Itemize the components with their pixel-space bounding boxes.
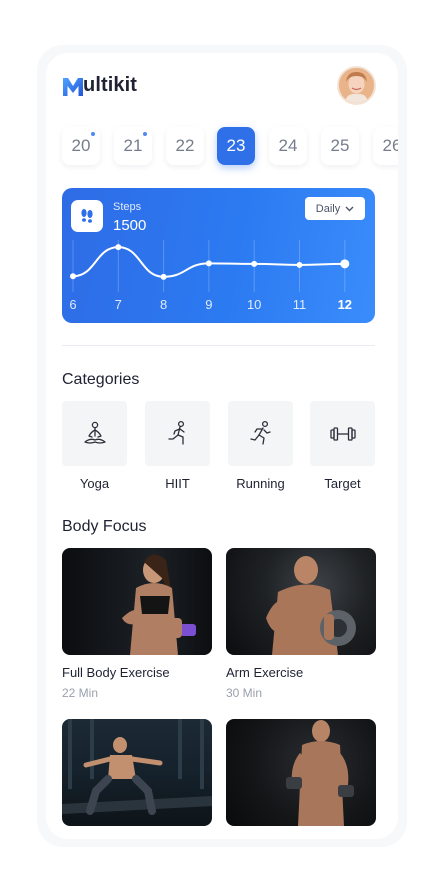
date-item[interactable]: 26 [373, 127, 398, 165]
body-focus-title: Body Focus [62, 518, 147, 535]
chevron-down-icon [345, 206, 354, 211]
chart-tick-label: 12 [338, 297, 352, 312]
chart-tick-label: 7 [115, 297, 122, 312]
date-item[interactable]: 24 [269, 127, 307, 165]
chart-point[interactable] [205, 260, 212, 267]
period-dropdown[interactable]: Daily [305, 197, 365, 220]
chart-tick-label: 10 [247, 297, 261, 312]
exercise-title: Arm Exercise [226, 665, 304, 680]
chart-tick-label: 8 [160, 297, 167, 312]
category-target[interactable]: Target [310, 401, 375, 491]
chart-tick-label: 6 [69, 297, 76, 312]
category-yoga[interactable]: Yoga [62, 401, 127, 491]
logo-m-icon [63, 77, 83, 96]
woman-workout-photo [122, 554, 196, 655]
chart-point[interactable] [296, 261, 303, 268]
exercise-photo [62, 548, 212, 655]
date-item[interactable]: 20 [62, 127, 100, 165]
category-label: HIIT [165, 476, 190, 491]
exercise-duration: 22 Min [62, 686, 99, 700]
app-screen: ultikit 20 21 22 23 24 25 26 6 7 8 9 10 … [46, 53, 398, 839]
steps-card[interactable]: 6 7 8 9 10 11 12 Steps 1500 Daily [62, 188, 375, 323]
chart-tick-label: 11 [293, 297, 307, 312]
steps-title: Steps [113, 201, 142, 213]
categories-title: Categories [62, 371, 140, 388]
dumbbell-icon [329, 426, 356, 441]
user-avatar[interactable] [337, 66, 376, 105]
steps-icon-box [71, 200, 103, 232]
exercise-photo [226, 548, 376, 655]
category-tile [228, 401, 293, 466]
period-label: Daily [315, 202, 341, 215]
date-item-selected[interactable]: 23 [217, 127, 255, 165]
exercise-duration: 30 Min [226, 686, 263, 700]
chart-tick-label: 9 [205, 297, 212, 312]
gym-squat-photo [62, 719, 212, 815]
divider [62, 345, 375, 346]
steps-value: 1500 [113, 217, 147, 234]
man-dumbbell-photo [286, 720, 354, 826]
date-item[interactable]: 25 [321, 127, 359, 165]
yoga-icon [83, 421, 106, 444]
app-logo[interactable]: ultikit [62, 74, 137, 97]
date-strip: 20 21 22 23 24 25 26 [46, 127, 398, 167]
chart-point[interactable] [70, 273, 76, 280]
exercise-card-arm[interactable]: Arm Exercise 30 Min [226, 548, 376, 700]
exercise-title: Full Body Exercise [62, 665, 170, 680]
category-label: Target [324, 476, 361, 491]
category-tile [145, 401, 210, 466]
chart-point[interactable] [251, 260, 258, 267]
chart-point[interactable] [115, 244, 122, 251]
category-tile [62, 401, 127, 466]
avatar-portrait [339, 68, 374, 103]
running-icon [249, 420, 271, 445]
exercise-photo [226, 719, 376, 826]
chart-point[interactable] [160, 273, 167, 280]
chart-point-selected[interactable] [340, 259, 350, 269]
category-hiit[interactable]: HIIT [145, 401, 210, 491]
date-item[interactable]: 21 [114, 127, 152, 165]
exercise-card-dumbbell[interactable] [226, 719, 376, 826]
category-label: Running [236, 476, 285, 491]
exercise-card-full-body[interactable]: Full Body Exercise 22 Min [62, 548, 212, 700]
exercise-card-squat[interactable] [62, 719, 212, 826]
category-running[interactable]: Running [228, 401, 293, 491]
date-item[interactable]: 22 [166, 127, 204, 165]
man-curl-photo [266, 556, 356, 655]
activity-dot [143, 132, 147, 136]
exercise-photo [62, 719, 212, 826]
category-label: Yoga [79, 476, 110, 491]
activity-dot [91, 132, 95, 136]
category-tile [310, 401, 375, 466]
hiit-icon [167, 420, 185, 445]
logo-text: ultikit [83, 74, 138, 96]
footprints-icon [81, 209, 93, 223]
